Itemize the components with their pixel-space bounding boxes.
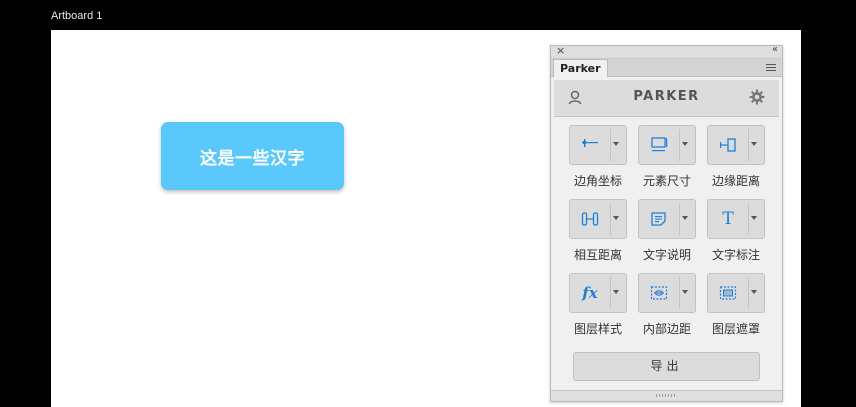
text-note-button[interactable] — [638, 199, 696, 239]
sample-text-button[interactable]: 这是一些汉字 — [161, 122, 344, 190]
tool-edge-distance: 边缘距离 — [701, 125, 771, 190]
gear-icon[interactable] — [749, 89, 765, 109]
text-t-symbol: T — [722, 209, 734, 229]
tool-inner-padding: 内部边距 — [632, 273, 702, 338]
export-button[interactable]: 导出 — [573, 352, 760, 381]
inner-padding-icon — [639, 274, 679, 312]
chevron-down-icon[interactable] — [751, 290, 757, 294]
artboard-title: Artboard 1 — [51, 10, 103, 22]
tool-text-note: 文字说明 — [632, 199, 702, 264]
mutual-distance-icon — [570, 200, 610, 238]
text-note-icon — [639, 200, 679, 238]
tool-label: 内部边距 — [642, 322, 691, 336]
tool-layer-style: fx 图层样式 — [563, 273, 633, 338]
edge-distance-icon — [708, 126, 748, 164]
text-annotation-button[interactable]: T — [707, 199, 765, 239]
tool-label: 文字标注 — [711, 248, 760, 262]
chevron-down-icon[interactable] — [751, 216, 757, 220]
chevron-down-icon[interactable] — [613, 290, 619, 294]
panel-footer — [551, 390, 782, 401]
resize-grip-icon[interactable] — [656, 394, 676, 397]
tool-element-size: 元素尺寸 — [632, 125, 702, 190]
chevron-down-icon[interactable] — [751, 142, 757, 146]
corner-coordinate-button[interactable] — [569, 125, 627, 165]
mutual-distance-button[interactable] — [569, 199, 627, 239]
layer-mask-button[interactable] — [707, 273, 765, 313]
edge-distance-button[interactable] — [707, 125, 765, 165]
inner-padding-button[interactable] — [638, 273, 696, 313]
tool-corner-coordinate: 边角坐标 — [563, 125, 633, 190]
layer-style-button[interactable]: fx — [569, 273, 627, 313]
chevron-down-icon[interactable] — [682, 216, 688, 220]
element-size-icon — [639, 126, 679, 164]
layer-mask-icon — [708, 274, 748, 312]
close-icon[interactable]: × — [556, 44, 565, 57]
tool-label: 边缘距离 — [711, 174, 760, 188]
corner-coordinate-icon — [570, 126, 610, 164]
panel-header: PARKER — [554, 80, 779, 117]
panel-menu-icon[interactable] — [766, 64, 776, 73]
chevron-down-icon[interactable] — [613, 142, 619, 146]
tool-text-annotation: T 文字标注 — [701, 199, 771, 264]
tool-label: 相互距离 — [573, 248, 622, 262]
tool-label: 元素尺寸 — [642, 174, 691, 188]
tool-label: 文字说明 — [642, 248, 691, 262]
fx-symbol: fx — [582, 284, 598, 302]
parker-panel: × ‹‹ Parker PARKER 边角坐标 元素尺寸 边缘距离 相互距离 文… — [550, 44, 783, 402]
element-size-button[interactable] — [638, 125, 696, 165]
chevron-down-icon[interactable] — [682, 142, 688, 146]
chevron-down-icon[interactable] — [682, 290, 688, 294]
chevron-down-icon[interactable] — [613, 216, 619, 220]
tool-layer-mask: 图层遮罩 — [701, 273, 771, 338]
panel-tab-row: Parker — [551, 59, 782, 77]
layer-style-icon: fx — [570, 274, 610, 312]
tool-label: 图层遮罩 — [711, 322, 760, 336]
brand-title: PARKER — [633, 89, 700, 104]
tool-label: 图层样式 — [573, 322, 622, 336]
tab-parker[interactable]: Parker — [553, 59, 608, 77]
tool-mutual-distance: 相互距离 — [563, 199, 633, 264]
text-annotation-icon: T — [708, 200, 748, 238]
collapse-icon[interactable]: ‹‹ — [772, 44, 778, 55]
tool-label: 边角坐标 — [573, 174, 622, 188]
panel-titlebar: × ‹‹ — [551, 44, 782, 59]
